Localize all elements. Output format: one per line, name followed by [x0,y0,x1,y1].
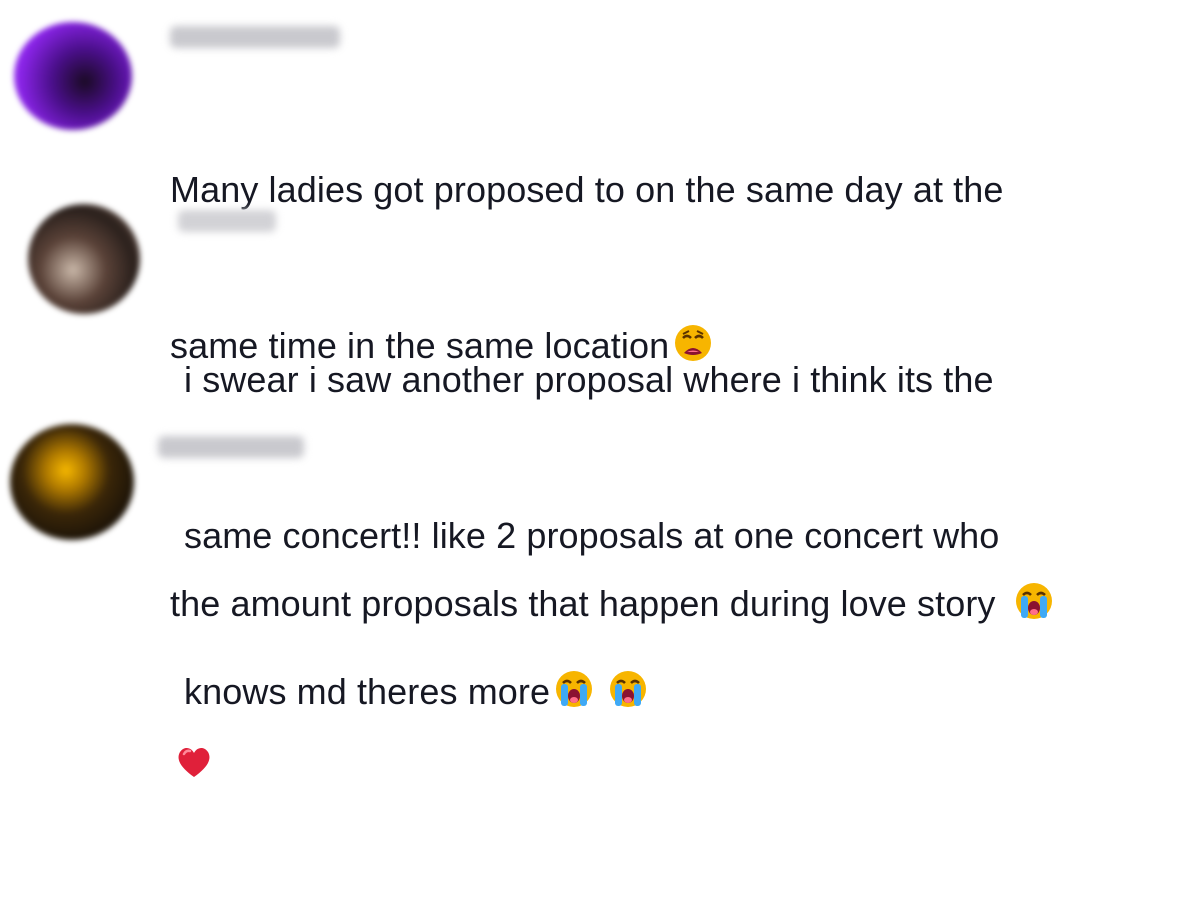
comment-item: Many ladies got proposed to on the same … [0,0,1200,366]
comment-text: the amount proposals that happen during … [170,474,1054,900]
comment-text-line: i swear i saw another proposal where i t… [184,359,994,400]
avatar[interactable] [28,204,140,314]
avatar[interactable] [14,22,132,130]
avatar[interactable] [10,424,134,540]
comment-item: the amount proposals that happen during … [0,414,1200,777]
username[interactable] [170,26,340,48]
username[interactable] [178,210,276,232]
red-heart-icon [174,742,214,796]
loudly-crying-face-icon [1014,581,1054,635]
comment-item: i swear i saw another proposal where i t… [0,190,1200,712]
comment-text-line: the amount proposals that happen during … [170,578,1054,635]
comment-text-line [170,739,1054,796]
username[interactable] [158,436,304,458]
